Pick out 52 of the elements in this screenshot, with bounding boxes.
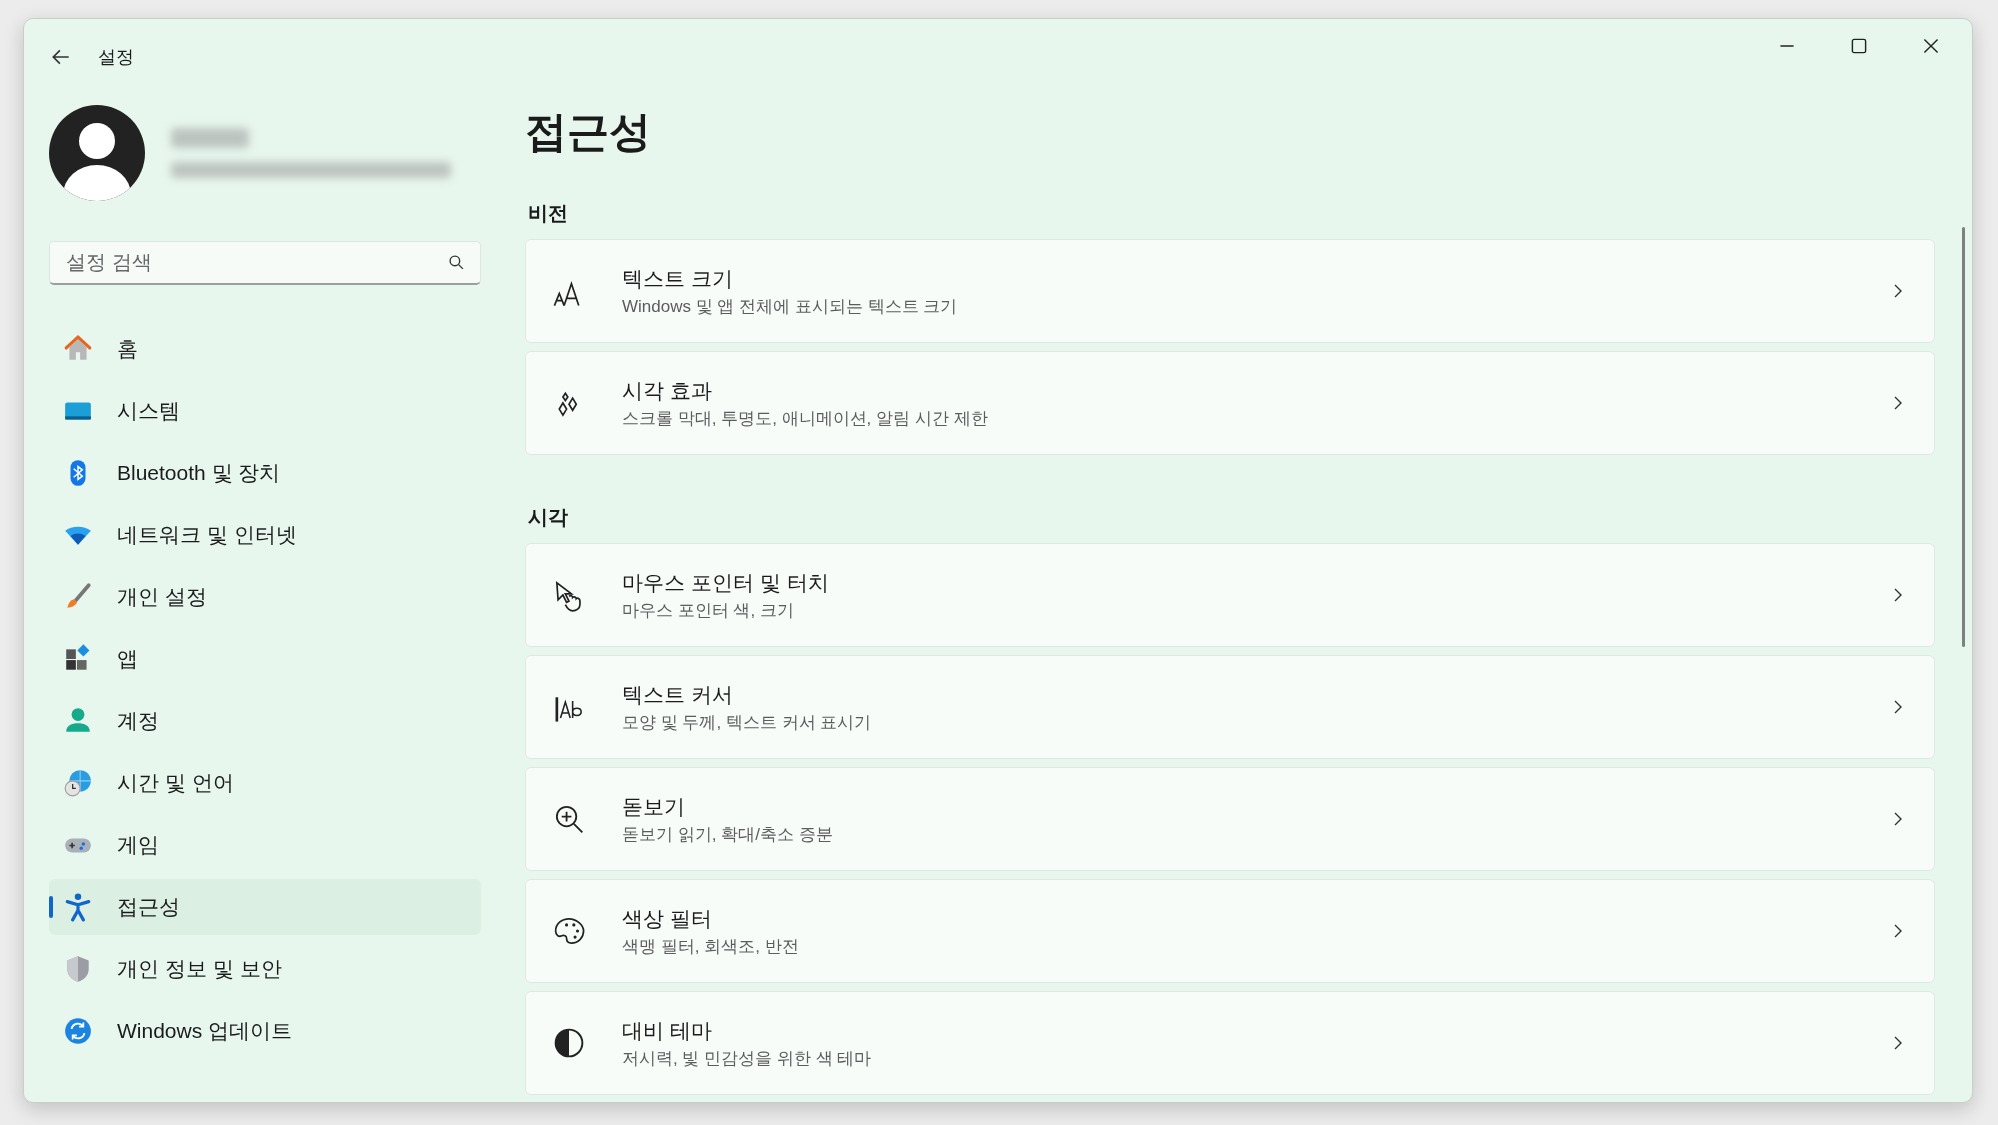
settings-card[interactable]: 시각 효과 스크롤 막대, 투명도, 애니메이션, 알림 시간 제한 (525, 351, 1935, 455)
card-description: 마우스 포인터 색, 크기 (622, 599, 795, 622)
settings-card[interactable]: 대비 테마 저시력, 빛 민감성을 위한 색 테마 (525, 991, 1935, 1095)
card-title: 시각 효과 (622, 377, 713, 404)
search-icon[interactable] (448, 254, 465, 271)
nav-item[interactable]: 시스템 (49, 383, 481, 439)
chevron-right-icon (1892, 811, 1904, 827)
section-heading: 비전 (528, 201, 569, 225)
card-description: 저시력, 빛 민감성을 위한 색 테마 (622, 1047, 873, 1070)
section-heading: 시각 (528, 505, 569, 529)
card-title: 텍스트 크기 (622, 265, 734, 292)
settings-card[interactable]: 텍스트 크기 Windows 및 앱 전체에 표시되는 텍스트 크기 (525, 239, 1935, 343)
chevron-right-icon (1892, 587, 1904, 603)
chevron-right-icon (1892, 699, 1904, 715)
nav-item[interactable]: 접근성 (49, 879, 481, 935)
card-title: 텍스트 커서 (622, 681, 734, 708)
chevron-right-icon (1892, 395, 1904, 411)
nav-item[interactable]: 계정 (49, 693, 481, 749)
chevron-right-icon (1892, 283, 1904, 299)
page-title: 접근성 (525, 107, 652, 157)
chevron-right-icon (1892, 1035, 1904, 1051)
card-title: 대비 테마 (622, 1017, 713, 1044)
settings-card[interactable]: 색상 필터 색맹 필터, 회색조, 반전 (525, 879, 1935, 983)
settings-card[interactable]: 돋보기 돋보기 읽기, 확대/축소 증분 (525, 767, 1935, 871)
card-description: 모양 및 두께, 텍스트 커서 표시기 (622, 711, 873, 734)
card-description: 스크롤 막대, 투명도, 애니메이션, 알림 시간 제한 (622, 407, 989, 430)
nav-item[interactable]: Windows 업데이트 (49, 1003, 481, 1059)
card-title: 색상 필터 (622, 905, 713, 932)
card-description: 돋보기 읽기, 확대/축소 증분 (622, 823, 834, 846)
card-description: 색맹 필터, 회색조, 반전 (622, 935, 800, 958)
card-description: Windows 및 앱 전체에 표시되는 텍스트 크기 (622, 295, 959, 318)
nav-item[interactable]: 시간 및 언어 (49, 755, 481, 811)
selection-indicator (49, 896, 53, 918)
accessibility-person-icon (63, 892, 93, 922)
nav-item[interactable]: Bluetooth 및 장치 (49, 445, 481, 501)
globe-clock-icon (63, 768, 93, 798)
settings-card[interactable]: 텍스트 커서 모양 및 두께, 텍스트 커서 표시기 (525, 655, 1935, 759)
nav-item[interactable]: 홈 (49, 321, 481, 377)
nav-item[interactable]: 네트워크 및 인터넷 (49, 507, 481, 563)
window-title: 설정 (98, 46, 134, 69)
scrollbar[interactable] (1962, 227, 1965, 647)
card-title: 마우스 포인터 및 터치 (622, 569, 830, 596)
nav-item[interactable]: 개인 정보 및 보안 (49, 941, 481, 997)
card-title: 돋보기 (622, 793, 686, 820)
nav-item[interactable]: 개인 설정 (49, 569, 481, 625)
search-field[interactable]: 설정 검색 (49, 241, 481, 285)
contrast-icon (552, 1026, 586, 1060)
nav-item[interactable]: 앱 (49, 631, 481, 687)
settings-card[interactable]: 마우스 포인터 및 터치 마우스 포인터 색, 크기 (525, 543, 1935, 647)
refresh-icon (63, 1016, 93, 1046)
nav-item[interactable]: 게임 (49, 817, 481, 873)
chevron-right-icon (1892, 923, 1904, 939)
